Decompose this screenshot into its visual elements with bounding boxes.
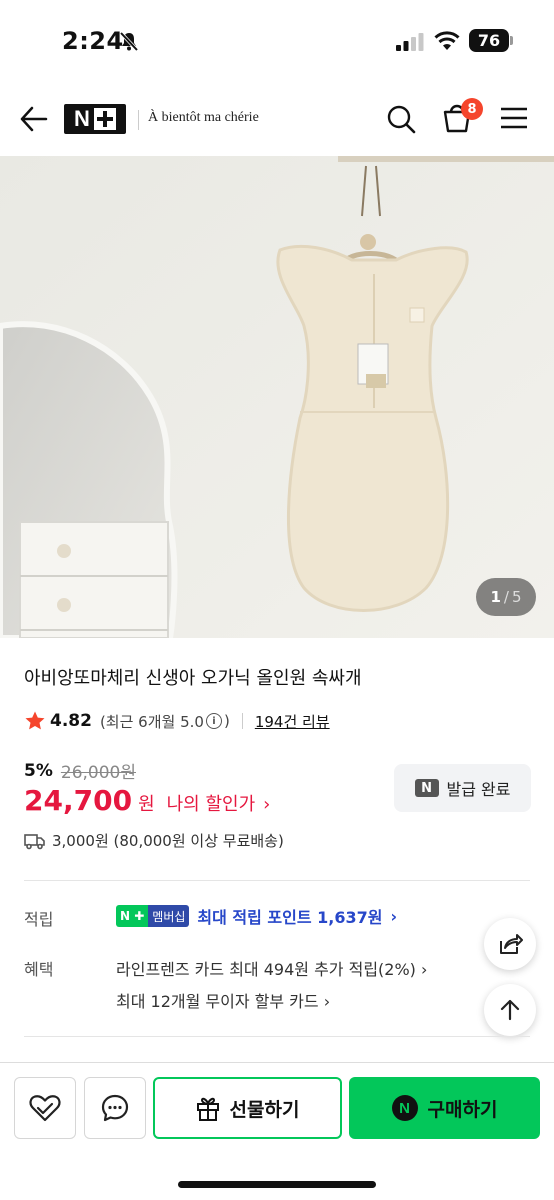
status-bar: 2:24 76: [0, 0, 554, 80]
rating-note: (최근 6개월 5.0 i ): [100, 711, 230, 732]
shipping-info: 3,000원 (80,000원 이상 무료배송): [52, 832, 284, 850]
header-divider: [138, 110, 139, 130]
installment-benefit-text: 최대 12개월 무이자 할부 카드: [116, 992, 319, 1011]
status-time: 2:24: [62, 27, 124, 55]
product-image[interactable]: 1 / 5: [0, 156, 554, 638]
chat-bubble-icon: [101, 1094, 129, 1122]
buy-button-label: 구매하기: [427, 1098, 498, 1121]
rating-row: 4.82 (최근 6개월 5.0 i ) 194건 리뷰: [24, 710, 330, 732]
info-icon[interactable]: i: [205, 713, 222, 729]
shipping-row: 3,000원 (80,000원 이상 무료배송): [24, 830, 284, 851]
discount-rate: 5%: [24, 760, 53, 781]
heart-check-icon: [29, 1095, 61, 1122]
back-arrow-icon[interactable]: [18, 104, 50, 134]
share-icon: [500, 934, 523, 954]
brand-name[interactable]: À bientôt ma chérie: [148, 110, 259, 126]
star-icon: [25, 711, 45, 730]
signal-icon: [396, 33, 424, 51]
home-indicator: [178, 1181, 376, 1188]
discount-row: 5% 26,000원: [24, 758, 136, 784]
app-header: N À bientôt ma chérie 8: [0, 80, 554, 156]
image-counter: 1 / 5: [476, 578, 536, 616]
chevron-right-icon: ›: [323, 992, 331, 1011]
rating-note-prefix: (최근 6개월 5.0: [99, 712, 204, 731]
buy-button[interactable]: N 구매하기: [349, 1077, 540, 1139]
bottom-action-bar: 선물하기 N 구매하기: [0, 1062, 554, 1200]
rating-note-suffix: ): [223, 712, 230, 730]
battery-tip: [510, 36, 513, 45]
product-photo: [0, 156, 554, 638]
rating-separator: [241, 713, 243, 729]
truck-icon: [24, 833, 45, 849]
card-benefit-link[interactable]: 라인프렌즈 카드 최대 494원 추가 적립(2%) ›: [116, 956, 427, 980]
scroll-top-button[interactable]: [484, 984, 536, 1036]
section-divider: [24, 880, 530, 881]
search-icon[interactable]: [386, 104, 416, 134]
original-price: 26,000원: [60, 763, 136, 783]
cart-count-badge: 8: [461, 98, 483, 120]
sale-price: 24,700: [24, 784, 133, 817]
logo-n-glyph: N: [74, 106, 90, 131]
currency-unit: 원: [138, 794, 155, 815]
chevron-right-icon: ›: [390, 906, 398, 926]
coupon-label: 발급 완료: [446, 780, 511, 799]
naver-plus-logo[interactable]: N: [64, 104, 126, 134]
benefit-label: 혜택: [24, 960, 54, 979]
image-counter-total: 5: [511, 588, 522, 606]
naver-plus-mini-logo: N ✚: [116, 905, 149, 927]
logo-plus-glyph: [93, 108, 116, 130]
section-divider: [24, 1036, 530, 1037]
wifi-icon: [434, 31, 460, 50]
image-counter-current: 1: [490, 588, 501, 606]
chevron-right-icon: ›: [421, 960, 428, 979]
coupon-issued-button[interactable]: N 발급 완료: [394, 764, 531, 812]
bell-slash-icon: [119, 31, 139, 52]
gift-button[interactable]: 선물하기: [153, 1077, 342, 1139]
gift-icon: [196, 1097, 219, 1121]
arrow-up-icon: [500, 999, 520, 1021]
gift-button-label: 선물하기: [229, 1098, 300, 1121]
talk-talk-button[interactable]: [84, 1077, 146, 1139]
wishlist-button[interactable]: [14, 1077, 76, 1139]
menu-icon[interactable]: [500, 106, 528, 130]
rating-value: 4.82: [50, 711, 92, 731]
chevron-right-icon: ›: [263, 794, 271, 815]
naver-n-icon: N: [414, 779, 439, 797]
review-count-link[interactable]: 194건 리뷰: [255, 711, 330, 732]
product-title: 아비앙또마체리 신생아 오가닉 올인원 속싸개: [24, 668, 362, 689]
card-benefit-text: 라인프렌즈 카드 최대 494원 추가 적립(2%): [116, 960, 416, 979]
membership-badge-label: 멤버십: [148, 905, 190, 927]
price-row[interactable]: 24,700 원 나의 할인가 ›: [24, 784, 270, 817]
installment-benefit-link[interactable]: 최대 12개월 무이자 할부 카드 ›: [116, 988, 330, 1012]
naver-pay-icon: N: [391, 1095, 418, 1121]
my-sale-price-link[interactable]: 나의 할인가: [167, 790, 256, 816]
image-counter-separator: /: [503, 588, 509, 606]
share-button[interactable]: [484, 918, 536, 970]
point-label: 적립: [24, 910, 54, 929]
membership-badge: N ✚ 멤버십: [116, 905, 190, 927]
battery-indicator: 76: [469, 29, 509, 52]
membership-point-row[interactable]: N ✚ 멤버십 최대 적립 포인트 1,637원 ›: [116, 904, 397, 928]
max-point-text: 최대 적립 포인트 1,637원: [197, 908, 383, 927]
